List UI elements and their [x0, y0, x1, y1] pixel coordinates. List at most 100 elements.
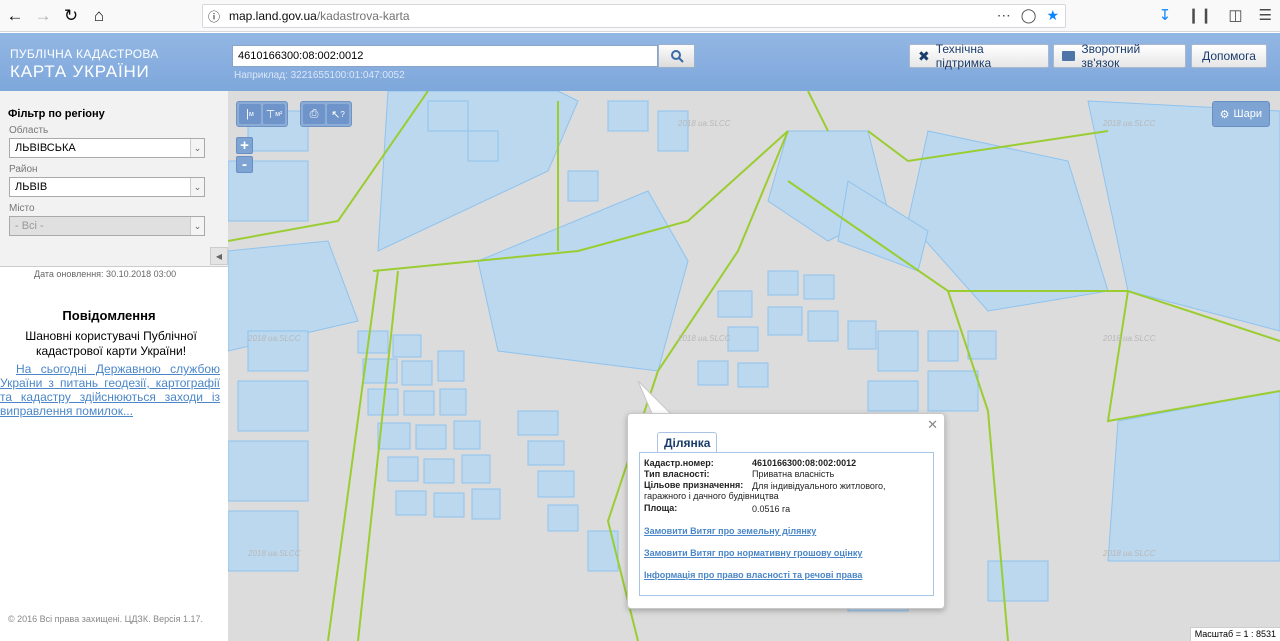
- forward-icon[interactable]: →: [30, 3, 56, 29]
- parcel[interactable]: [237, 380, 309, 432]
- parcel[interactable]: [927, 370, 979, 412]
- address-bar[interactable]: ⓘ map.land.gov.ua/kadastrova-karta ⋯ ◯ ★: [202, 4, 1066, 28]
- chevron-down-icon: ⌄: [190, 178, 204, 196]
- parcel[interactable]: [427, 100, 469, 132]
- print-button[interactable]: ⎙: [303, 104, 325, 124]
- menu-icon[interactable]: ☰: [1259, 6, 1272, 24]
- parcel[interactable]: [547, 504, 579, 532]
- parcel[interactable]: [467, 130, 499, 162]
- parcel[interactable]: [717, 290, 753, 318]
- parcel[interactable]: [392, 334, 422, 358]
- parcel[interactable]: [377, 91, 579, 252]
- tab-parcel[interactable]: Ділянка: [657, 432, 718, 452]
- parcel[interactable]: [401, 360, 433, 386]
- info-icon[interactable]: ⓘ: [203, 8, 225, 25]
- parcel[interactable]: [357, 330, 389, 354]
- search-icon: [670, 50, 684, 63]
- parcel[interactable]: [453, 420, 481, 450]
- measure-distance-button[interactable]: | м: [239, 104, 261, 124]
- parcel[interactable]: [767, 306, 803, 336]
- parcel[interactable]: [517, 410, 559, 436]
- region-label: Область: [9, 125, 49, 136]
- measure-area-button[interactable]: ⊤ м²: [263, 104, 285, 124]
- parcel[interactable]: [657, 110, 689, 152]
- sidebar-toggle-icon[interactable]: ◫: [1228, 6, 1242, 24]
- page-actions-icon[interactable]: ⋯: [997, 7, 1011, 24]
- notice-link[interactable]: На сьогодні Державною службою України з …: [0, 362, 220, 418]
- measure-tools: | м ⊤ м²: [236, 101, 288, 127]
- parcel[interactable]: [228, 440, 309, 502]
- parcel[interactable]: [471, 488, 501, 520]
- district-select[interactable]: ЛЬВІВ ⌄: [9, 177, 205, 197]
- collapse-sidebar-button[interactable]: ◀: [210, 247, 228, 265]
- bookmark-star-icon[interactable]: ★: [1046, 7, 1059, 24]
- envelope-icon: [1062, 51, 1076, 61]
- parcel[interactable]: [767, 270, 799, 296]
- parcel[interactable]: [737, 362, 769, 388]
- parcel[interactable]: [415, 424, 447, 450]
- back-icon[interactable]: ←: [2, 3, 28, 29]
- parcel[interactable]: [807, 310, 839, 342]
- region-select[interactable]: ЛЬВІВСЬКА ⌄: [9, 138, 205, 158]
- parcel[interactable]: [847, 320, 877, 350]
- home-icon[interactable]: ⌂: [86, 3, 112, 29]
- parcel[interactable]: [607, 100, 649, 132]
- parcel[interactable]: [727, 326, 759, 352]
- pocket-icon[interactable]: ◯: [1021, 7, 1037, 24]
- cadastral-map[interactable]: 2018 ua.SLCC 2018 ua.SLCC 2018 ua.SLCC 2…: [228, 91, 1280, 641]
- download-icon[interactable]: ↧: [1159, 6, 1172, 24]
- ownership-value: Приватна власність: [752, 469, 835, 479]
- parcel[interactable]: [387, 456, 419, 482]
- parcel[interactable]: [377, 422, 411, 450]
- parcel[interactable]: [477, 190, 689, 372]
- close-icon[interactable]: ✕: [927, 417, 938, 433]
- purpose-label: Цільове призначення:: [644, 480, 744, 490]
- ownership-rights-link[interactable]: Інформація про право власності та речові…: [644, 570, 862, 580]
- sidebar: Фільтр по регіону Область ЛЬВІВСЬКА ⌄ Ра…: [0, 91, 228, 641]
- parcel[interactable]: [461, 454, 491, 484]
- library-icon[interactable]: ❙❙: [1187, 6, 1212, 24]
- parcel[interactable]: [987, 560, 1049, 602]
- identify-button[interactable]: ↖?: [327, 104, 349, 124]
- help-button[interactable]: Допомога: [1191, 44, 1267, 68]
- reload-icon[interactable]: ↻: [58, 3, 84, 29]
- region-filter-panel: Фільтр по регіону Область ЛЬВІВСЬКА ⌄ Ра…: [0, 91, 228, 267]
- parcel[interactable]: [423, 458, 455, 484]
- cadastral-label: Кадастр.номер:: [644, 458, 714, 468]
- parcel[interactable]: [1087, 100, 1280, 332]
- parcel[interactable]: [567, 170, 599, 202]
- update-date: Дата оновлення: 30.10.2018 03:00: [34, 269, 177, 279]
- layers-button[interactable]: ⚙ Шари: [1211, 101, 1270, 127]
- order-extract-link[interactable]: Замовити Витяг про земельну ділянку: [644, 526, 816, 536]
- parcel[interactable]: [697, 360, 729, 386]
- parcel[interactable]: [877, 330, 919, 372]
- zoom-in-button[interactable]: +: [236, 137, 253, 154]
- order-valuation-link[interactable]: Замовити Витяг про нормативну грошову оц…: [644, 548, 862, 558]
- triangle-left-icon: ◀: [215, 251, 223, 261]
- search-button[interactable]: [658, 44, 695, 68]
- parcel[interactable]: [927, 330, 959, 362]
- parcel[interactable]: [967, 330, 997, 360]
- parcel[interactable]: [527, 440, 565, 466]
- cursor-help-icon: ↖: [331, 108, 341, 121]
- parcel[interactable]: [362, 358, 398, 384]
- chevron-down-icon: ⌄: [190, 217, 204, 235]
- search-hint: Наприклад: 3221655100:01:047:0052: [234, 70, 405, 81]
- parcel[interactable]: [537, 470, 575, 498]
- support-button[interactable]: ✖ Технічна підтримка: [909, 42, 1049, 70]
- parcel[interactable]: [587, 530, 619, 572]
- parcel[interactable]: [437, 350, 465, 382]
- cadastral-search-input[interactable]: [232, 45, 658, 67]
- parcel[interactable]: [803, 274, 835, 300]
- svg-text:2018 ua.SLCC: 2018 ua.SLCC: [1102, 334, 1156, 343]
- parcel[interactable]: [433, 492, 465, 518]
- notice-greeting: Шановні користувачі Публічної кадастрово…: [25, 329, 197, 358]
- feedback-button[interactable]: Зворотний зв'язок: [1053, 42, 1186, 70]
- parcel[interactable]: [228, 510, 299, 572]
- zoom-out-button[interactable]: -: [236, 156, 253, 173]
- browser-toolbar: ← → ↻ ⌂ ⓘ map.land.gov.ua/kadastrova-kar…: [0, 0, 1280, 32]
- parcel[interactable]: [439, 388, 467, 416]
- parcel[interactable]: [867, 380, 919, 412]
- parcel[interactable]: [395, 490, 427, 516]
- parcel[interactable]: [403, 390, 435, 416]
